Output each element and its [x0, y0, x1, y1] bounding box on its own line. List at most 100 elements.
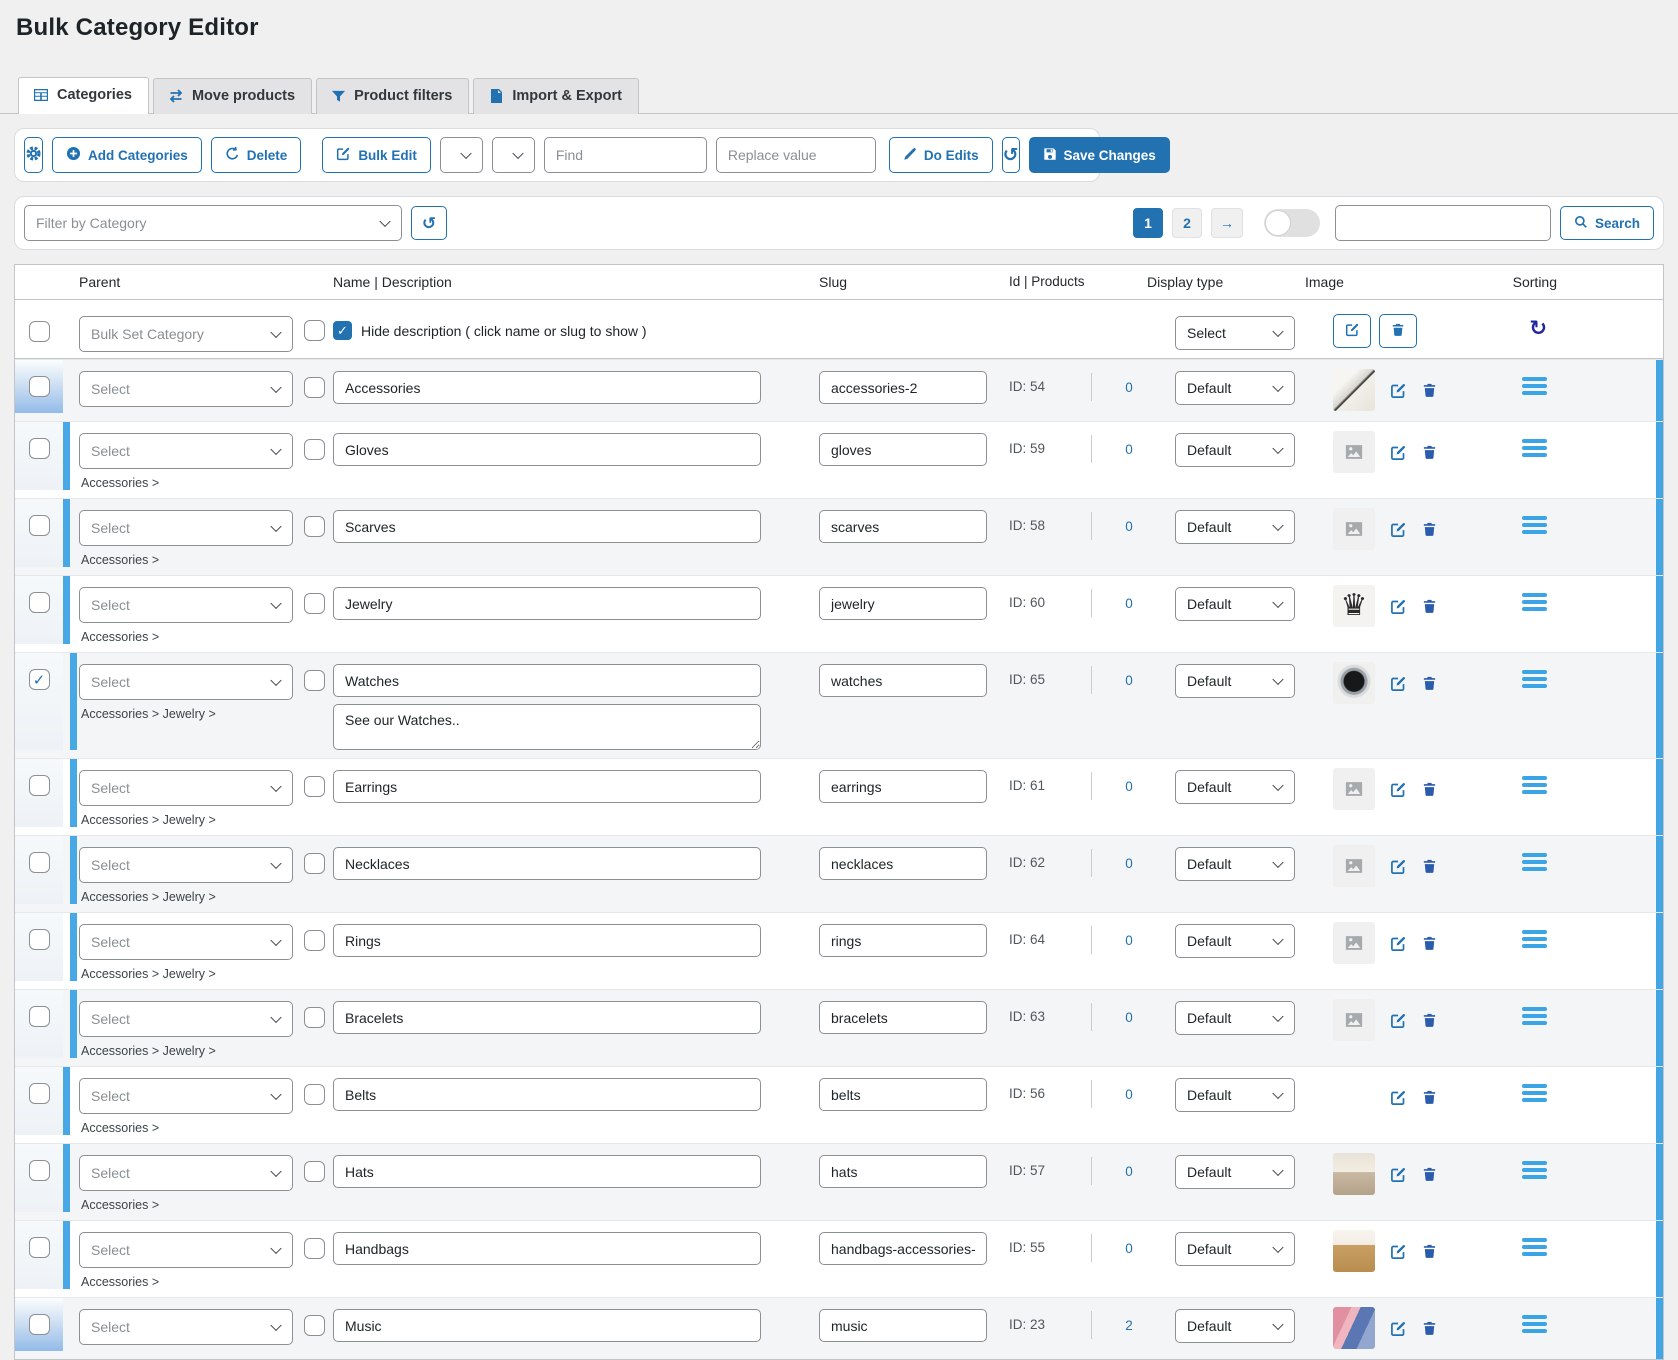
search-button[interactable]: Search	[1560, 206, 1654, 240]
name-edit-checkbox[interactable]	[304, 1161, 325, 1182]
products-count-link[interactable]: 0	[1125, 779, 1133, 794]
delete-image-icon[interactable]	[1422, 1012, 1437, 1028]
parent-category-dropdown[interactable]: Select	[79, 1078, 293, 1114]
parent-category-dropdown[interactable]: Select	[79, 1155, 293, 1191]
products-count-link[interactable]: 0	[1125, 442, 1133, 457]
drag-sort-handle[interactable]	[1522, 377, 1547, 395]
delete-image-icon[interactable]	[1422, 858, 1437, 874]
filter-toggle[interactable]	[1264, 209, 1320, 237]
drag-sort-handle[interactable]	[1522, 930, 1547, 948]
row-checkbox[interactable]	[29, 438, 50, 459]
products-count-link[interactable]: 0	[1125, 1010, 1133, 1025]
category-slug-input[interactable]	[819, 433, 987, 466]
edit-image-icon[interactable]	[1390, 781, 1407, 798]
parent-category-dropdown[interactable]: Select	[79, 433, 293, 469]
add-categories-button[interactable]: Add Categories	[52, 137, 202, 173]
parent-category-dropdown[interactable]: Select	[79, 1001, 293, 1037]
category-image-thumb[interactable]: ♛	[1333, 585, 1375, 627]
delete-image-icon[interactable]	[1422, 781, 1437, 797]
display-type-dropdown[interactable]: Default	[1175, 1078, 1295, 1112]
row-checkbox[interactable]	[29, 929, 50, 950]
category-name-input[interactable]	[333, 433, 761, 466]
drag-sort-handle[interactable]	[1522, 1007, 1547, 1025]
tab-categories[interactable]: Categories	[18, 77, 149, 114]
category-image-thumb[interactable]	[1333, 999, 1375, 1041]
products-count-link[interactable]: 0	[1125, 596, 1133, 611]
name-edit-checkbox[interactable]	[304, 377, 325, 398]
category-name-input[interactable]	[333, 1309, 761, 1342]
parent-category-dropdown[interactable]: Select	[79, 664, 293, 700]
category-name-input[interactable]	[333, 924, 761, 957]
name-edit-checkbox[interactable]	[304, 670, 325, 691]
row-checkbox[interactable]	[29, 1314, 50, 1335]
edit-image-icon[interactable]	[1390, 1320, 1407, 1337]
name-edit-checkbox[interactable]	[304, 776, 325, 797]
drag-sort-handle[interactable]	[1522, 1315, 1547, 1333]
row-checkbox[interactable]	[29, 592, 50, 613]
select-all-checkbox[interactable]	[29, 321, 50, 342]
parent-category-dropdown[interactable]: Select	[79, 510, 293, 546]
filter-by-category-dropdown[interactable]: Filter by Category	[24, 205, 402, 241]
display-type-dropdown[interactable]: Default	[1175, 1309, 1295, 1343]
name-edit-checkbox[interactable]	[304, 593, 325, 614]
products-count-link[interactable]: 0	[1125, 856, 1133, 871]
row-checkbox[interactable]	[29, 376, 50, 397]
delete-image-icon[interactable]	[1422, 382, 1437, 398]
name-edit-checkbox[interactable]	[304, 439, 325, 460]
edit-image-icon[interactable]	[1390, 1012, 1407, 1029]
tab-product-filters[interactable]: Product filters	[316, 78, 469, 114]
delete-image-icon[interactable]	[1422, 1320, 1437, 1336]
row-checkbox[interactable]	[29, 1160, 50, 1181]
drag-sort-handle[interactable]	[1522, 439, 1547, 457]
parent-category-dropdown[interactable]: Select	[79, 371, 293, 407]
filter-reset-button[interactable]: ↺	[411, 206, 447, 240]
parent-category-dropdown[interactable]: Select	[79, 847, 293, 883]
replace-value-input[interactable]	[716, 137, 876, 173]
category-slug-input[interactable]	[819, 664, 987, 697]
drag-sort-handle[interactable]	[1522, 1161, 1547, 1179]
category-slug-input[interactable]	[819, 1078, 987, 1111]
display-type-dropdown[interactable]: Default	[1175, 924, 1295, 958]
hide-description-checkbox[interactable]: ✓	[333, 321, 352, 340]
name-edit-checkbox[interactable]	[304, 853, 325, 874]
category-slug-input[interactable]	[819, 1155, 987, 1188]
category-slug-input[interactable]	[819, 1001, 987, 1034]
page-button-2[interactable]: 2	[1172, 208, 1202, 238]
parent-category-dropdown[interactable]: Select	[79, 1232, 293, 1268]
drag-sort-handle[interactable]	[1522, 776, 1547, 794]
edit-image-icon[interactable]	[1390, 1166, 1407, 1183]
display-type-dropdown[interactable]: Default	[1175, 664, 1295, 698]
settings-button[interactable]	[24, 137, 43, 173]
delete-image-icon[interactable]	[1422, 935, 1437, 951]
category-name-input[interactable]	[333, 510, 761, 543]
category-slug-input[interactable]	[819, 924, 987, 957]
row-checkbox[interactable]	[29, 515, 50, 536]
delete-button[interactable]: Delete	[211, 137, 302, 173]
name-edit-checkbox[interactable]	[304, 516, 325, 537]
category-image-thumb[interactable]	[1333, 1230, 1375, 1272]
category-image-thumb[interactable]	[1333, 845, 1375, 887]
category-image-thumb[interactable]	[1333, 369, 1375, 411]
row-checkbox[interactable]	[29, 775, 50, 796]
find-input[interactable]	[544, 137, 707, 173]
name-edit-checkbox[interactable]	[304, 1315, 325, 1336]
products-count-link[interactable]: 0	[1125, 1087, 1133, 1102]
category-slug-input[interactable]	[819, 847, 987, 880]
products-count-link[interactable]: 0	[1125, 380, 1133, 395]
name-edit-checkbox[interactable]	[304, 1084, 325, 1105]
edit-image-icon[interactable]	[1390, 444, 1407, 461]
products-count-link[interactable]: 0	[1125, 519, 1133, 534]
drag-sort-handle[interactable]	[1522, 516, 1547, 534]
parent-category-dropdown[interactable]: Select	[79, 1309, 293, 1345]
page-button-1[interactable]: 1	[1133, 208, 1163, 238]
bulk-name-checkbox[interactable]	[304, 320, 325, 341]
category-name-input[interactable]	[333, 587, 761, 620]
category-slug-input[interactable]	[819, 770, 987, 803]
products-count-link[interactable]: 0	[1125, 673, 1133, 688]
edit-image-icon[interactable]	[1390, 1243, 1407, 1260]
edit-image-icon[interactable]	[1390, 521, 1407, 538]
category-image-thumb[interactable]	[1333, 508, 1375, 550]
category-name-input[interactable]	[333, 1078, 761, 1111]
row-checkbox[interactable]	[29, 1006, 50, 1027]
delete-image-icon[interactable]	[1422, 1166, 1437, 1182]
